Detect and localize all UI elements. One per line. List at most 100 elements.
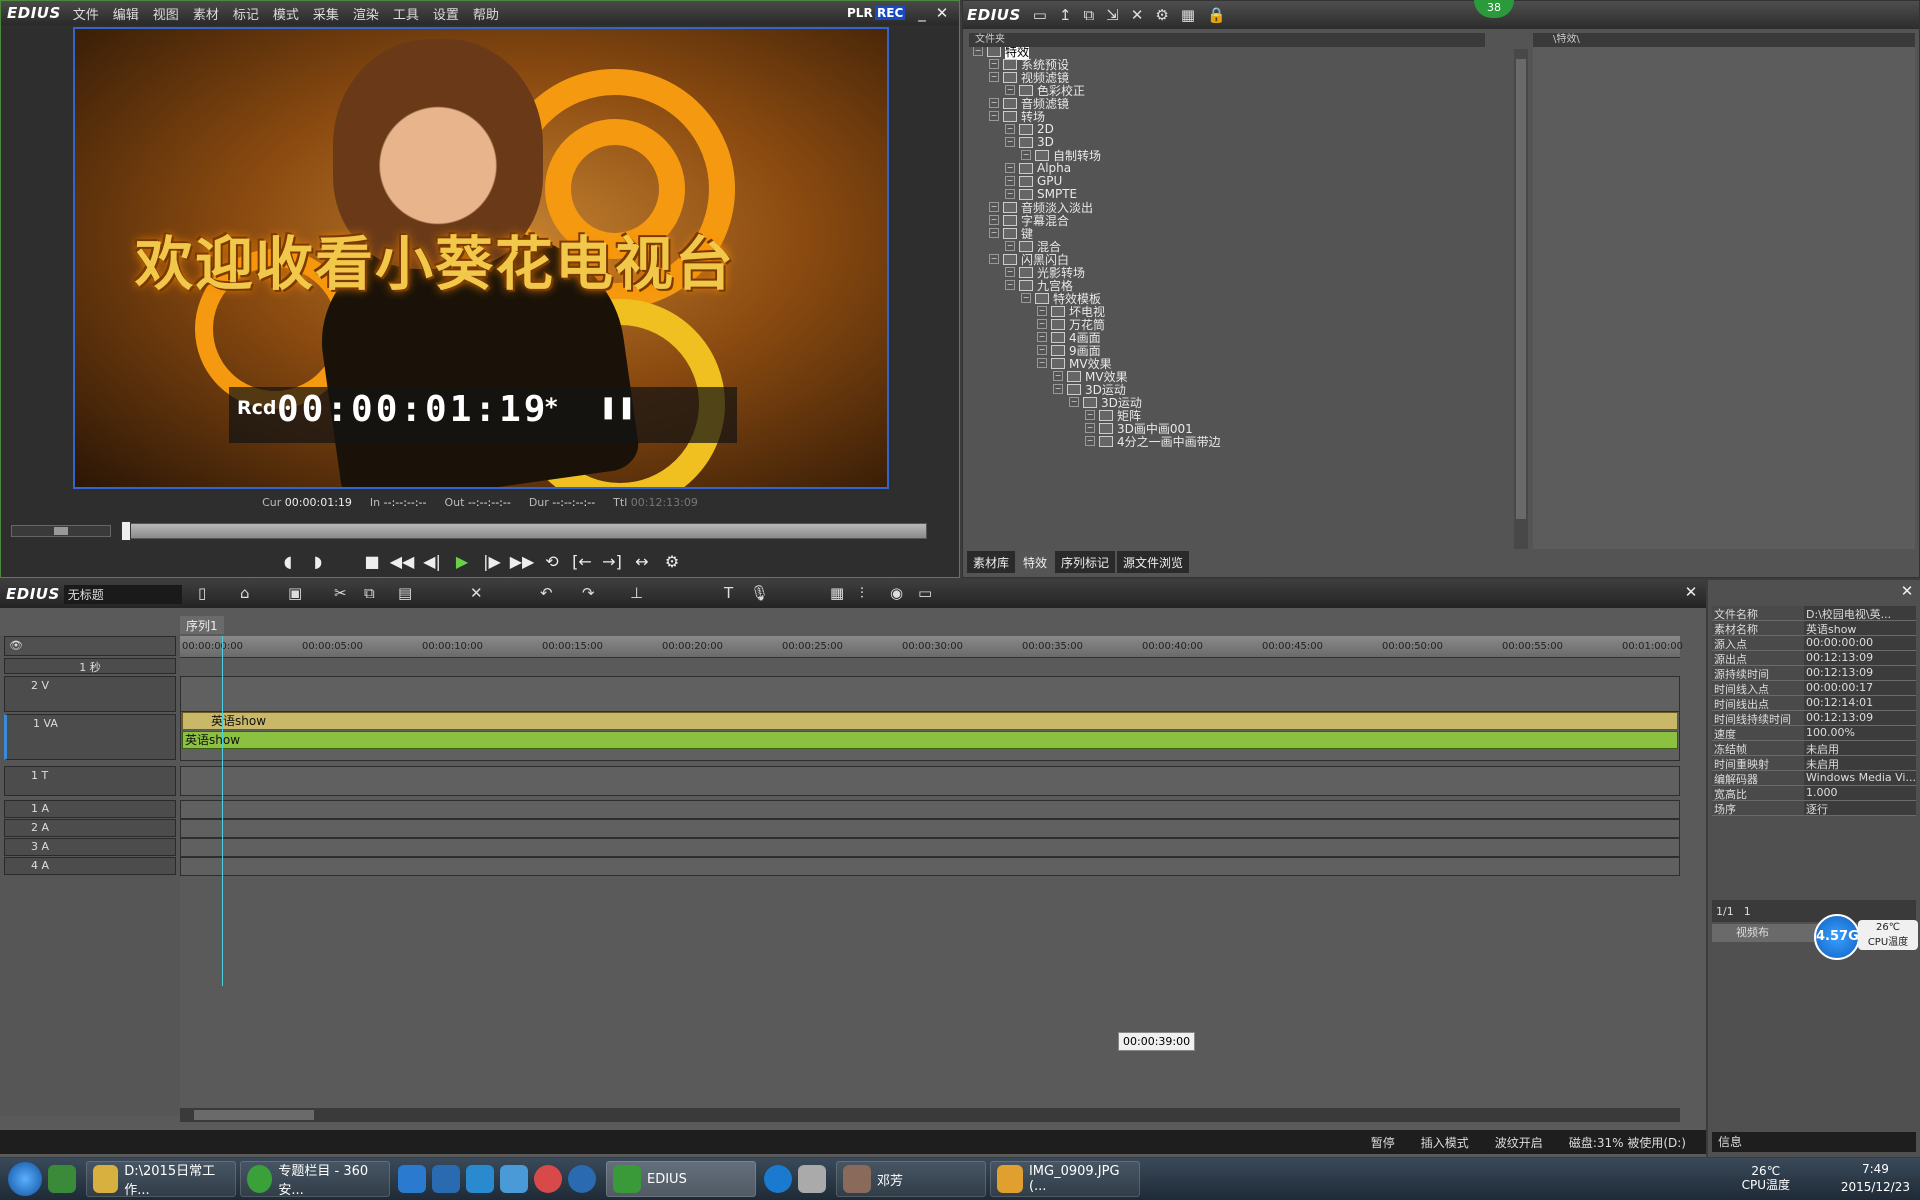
tree-node[interactable]: − 4分之一画中画带边 <box>1085 433 1221 449</box>
timeline-scrollbar[interactable] <box>180 1108 1680 1122</box>
delete-icon[interactable]: ✕ <box>470 584 483 602</box>
view-icon[interactable]: ⧉ <box>1084 6 1095 24</box>
menu-file[interactable]: 文件 <box>73 4 99 23</box>
clock[interactable]: 7:49 2015/12/23 <box>1841 1160 1910 1196</box>
menu-help[interactable]: 帮助 <box>473 4 499 23</box>
expand-icon[interactable]: − <box>1021 293 1031 303</box>
expand-icon[interactable]: − <box>1005 267 1015 277</box>
menu-tools[interactable]: 工具 <box>393 4 419 23</box>
paste-icon[interactable]: ▤ <box>398 584 412 602</box>
fast-forward-icon[interactable]: ▶▶ <box>509 550 535 574</box>
expand-icon[interactable]: − <box>1005 176 1015 186</box>
lane-2v[interactable] <box>180 676 1680 712</box>
timeline-cursor[interactable] <box>222 636 223 986</box>
step-forward-icon[interactable]: |▶ <box>479 550 505 574</box>
folder-icon[interactable]: ▭ <box>1033 6 1047 24</box>
expand-icon[interactable]: − <box>989 254 999 264</box>
audio-clip[interactable]: 英语show <box>182 731 1678 749</box>
expand-icon[interactable]: − <box>1037 319 1047 329</box>
menu-capture[interactable]: 采集 <box>313 4 339 23</box>
save-icon[interactable]: ▣ <box>288 584 302 602</box>
split-icon[interactable]: ⊥ <box>630 584 643 602</box>
close-icon[interactable]: ✕ <box>1898 582 1916 600</box>
close-icon[interactable]: ✕ <box>933 4 951 22</box>
expand-icon[interactable]: − <box>989 215 999 225</box>
tab-effects[interactable]: 特效 <box>1017 551 1054 573</box>
track-3a[interactable]: 3 A <box>4 838 176 856</box>
expand-icon[interactable]: − <box>1053 384 1063 394</box>
taskbar-browser[interactable]: 专题栏目 - 360安... <box>240 1161 390 1198</box>
microphone-icon[interactable]: 🎙 <box>750 584 769 602</box>
menu-view[interactable]: 视图 <box>153 4 179 23</box>
expand-icon[interactable]: − <box>989 228 999 238</box>
expand-icon[interactable]: − <box>1005 163 1015 173</box>
new-icon[interactable]: ▯ <box>198 584 206 602</box>
expand-icon[interactable]: − <box>1085 436 1095 446</box>
track-4a[interactable]: 4 A <box>4 857 176 875</box>
layout-icon[interactable]: ▦ <box>1181 6 1195 24</box>
minimize-icon[interactable]: _ <box>913 4 931 22</box>
menu-settings[interactable]: 设置 <box>433 4 459 23</box>
timeline-ruler[interactable]: 00:00:00:00 00:00:05:00 00:00:10:00 00:00:1… <box>180 636 1683 658</box>
tab-source-browser[interactable]: 源文件浏览 <box>1117 551 1190 573</box>
expand-icon[interactable]: − <box>1069 397 1079 407</box>
expand-icon[interactable]: − <box>1037 358 1047 368</box>
track-2v[interactable]: 2 V <box>4 676 176 712</box>
scale-selector[interactable]: 1 秒 <box>4 658 176 674</box>
plr-toggle[interactable]: PLR <box>847 6 873 20</box>
expand-icon[interactable]: − <box>1085 410 1095 420</box>
delete-icon[interactable]: ✕ <box>1131 6 1144 24</box>
color-icon[interactable]: ◉ <box>890 584 903 602</box>
lane-1t[interactable] <box>180 766 1680 796</box>
copy-icon[interactable]: ⧉ <box>364 584 375 602</box>
app-icon[interactable] <box>466 1165 494 1193</box>
track-1a[interactable]: 1 A <box>4 800 176 818</box>
lane-3a[interactable] <box>180 838 1680 857</box>
info-tab[interactable]: 信息 <box>1712 1132 1916 1152</box>
menu-mode[interactable]: 模式 <box>273 4 299 23</box>
up-folder-icon[interactable]: ↥ <box>1059 6 1072 24</box>
properties-icon[interactable]: ⚙ <box>1155 6 1168 24</box>
app-icon[interactable] <box>48 1165 76 1193</box>
track-1t[interactable]: 1 T <box>4 766 176 796</box>
lane-2a[interactable] <box>180 819 1680 838</box>
tree-scrollbar[interactable] <box>1514 49 1528 549</box>
app-icon[interactable] <box>534 1165 562 1193</box>
sequence-menu-icon[interactable]: ⚙ <box>659 550 685 574</box>
lane-4a[interactable] <box>180 857 1680 876</box>
taskbar-image[interactable]: IMG_0909.JPG (... <box>990 1161 1140 1197</box>
app-icon[interactable] <box>764 1165 792 1193</box>
track-2a[interactable]: 2 A <box>4 819 176 837</box>
set-out-icon[interactable]: ◗ <box>305 550 331 574</box>
undo-icon[interactable]: ↶ <box>540 584 553 602</box>
close-icon[interactable]: ✕ <box>1682 583 1700 601</box>
expand-icon[interactable]: − <box>989 98 999 108</box>
menu-clip[interactable]: 素材 <box>193 4 219 23</box>
expand-icon[interactable]: − <box>1037 332 1047 342</box>
import-icon[interactable]: ⇲ <box>1106 6 1119 24</box>
expand-icon[interactable]: − <box>1021 150 1031 160</box>
rewind-icon[interactable]: ◀◀ <box>389 550 415 574</box>
cut-icon[interactable]: ✂ <box>334 584 347 602</box>
app-icon[interactable] <box>432 1165 460 1193</box>
play-icon[interactable]: ▶ <box>449 550 475 574</box>
sequence-tab[interactable]: 序列1 <box>180 616 224 634</box>
expand-icon[interactable]: − <box>1037 306 1047 316</box>
cloud-icon[interactable] <box>398 1165 426 1193</box>
expand-icon[interactable]: − <box>989 111 999 121</box>
scrub-area[interactable] <box>11 521 951 541</box>
mixer-icon[interactable]: ⫶ <box>860 584 864 602</box>
start-button[interactable] <box>8 1162 42 1196</box>
effects-content-pane[interactable]: \特效\ <box>1533 33 1915 549</box>
status-ripple[interactable]: 波纹开启 <box>1495 1134 1543 1151</box>
menu-edit[interactable]: 编辑 <box>113 4 139 23</box>
replace-icon[interactable]: ↔ <box>629 550 655 574</box>
redo-icon[interactable]: ↷ <box>582 584 595 602</box>
lock-icon[interactable]: 🔒 <box>1207 6 1226 24</box>
status-insert-mode[interactable]: 插入模式 <box>1421 1134 1469 1151</box>
taskbar-explorer[interactable]: D:\2015日常工作... <box>86 1161 236 1198</box>
title-icon[interactable]: T <box>724 584 733 602</box>
expand-icon[interactable]: − <box>1005 85 1015 95</box>
expand-icon[interactable]: − <box>973 47 983 56</box>
stop-icon[interactable]: ■ <box>359 550 385 574</box>
